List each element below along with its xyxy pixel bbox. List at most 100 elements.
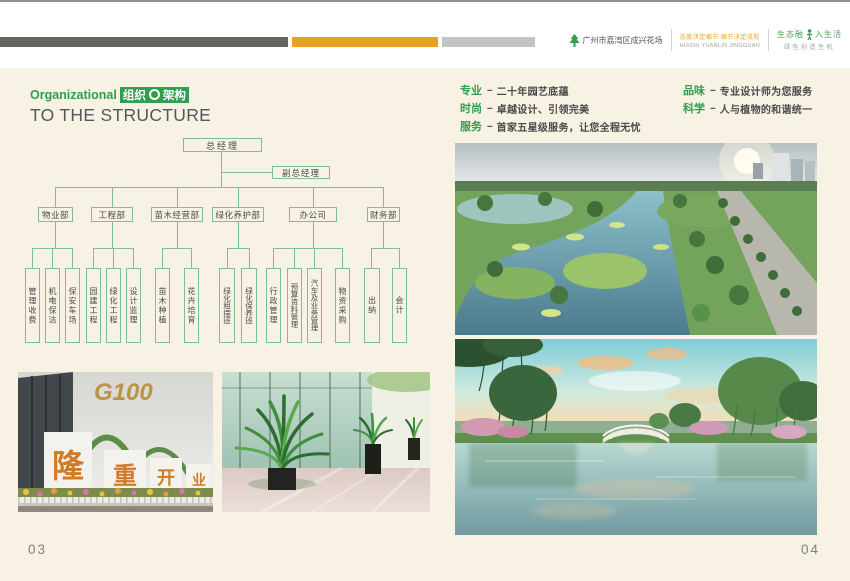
slogan-block: 态度决定细节 细节决定成败 HUIZHI YUANLIN JINGGUAN: [680, 32, 760, 49]
brand-cluster: 广州市荔湾区成兴花场 态度决定细节 细节决定成败 HUIZHI YUANLIN …: [569, 24, 842, 56]
divider: [671, 29, 672, 51]
slogan-en: HUIZHI YUANLIN JINGGUAN: [680, 43, 760, 49]
title-cn-part2: 架构: [163, 87, 186, 103]
header-band: 广州市荔湾区成兴花场 态度决定细节 细节决定成败 HUIZHI YUANLIN …: [0, 2, 850, 68]
feature-dash: --: [487, 103, 492, 114]
feature-text: 专业设计师为您服务: [720, 83, 813, 98]
org-connector: [72, 248, 73, 268]
photo-river-park-rendering: [455, 143, 817, 335]
org-connector: [55, 222, 56, 248]
title-en-big: TO THE STRUCTURE: [30, 105, 211, 126]
header-bar-dark: [0, 37, 288, 47]
org-connector: [314, 248, 315, 268]
org-connector: [112, 187, 113, 207]
org-connector: [112, 222, 113, 248]
org-dept: 工程部: [91, 207, 133, 222]
features-left-column: 专业 -- 二十年园艺底蕴 时尚 -- 卓越设计、引领完美 服务 -- 首家五星…: [460, 84, 641, 138]
title-line1: Organizational 组织 架构: [30, 86, 211, 103]
feature-text: 首家五星级服务，让您全程无忧: [497, 119, 641, 134]
org-connector: [238, 187, 239, 207]
org-connector: [313, 187, 314, 207]
org-connector: [162, 248, 163, 268]
motto-line2: 绿色创造生机: [777, 42, 842, 51]
ring-icon: [149, 89, 160, 100]
feature-dash: --: [710, 103, 715, 114]
org-unit: 绿化保养班: [241, 268, 257, 343]
page-number-right: 04: [801, 542, 820, 557]
person-plant-icon: [805, 29, 814, 40]
feature-label: 品味: [683, 82, 705, 98]
feature-label: 科学: [683, 100, 705, 116]
org-unit: 绿化工程: [106, 268, 121, 343]
org-connector: [177, 222, 178, 248]
photo-grand-opening: G100 隆 重 开 业: [18, 372, 213, 512]
org-connector: [52, 248, 53, 268]
org-connector: [371, 248, 372, 268]
brochure-spread: 广州市荔湾区成兴花场 态度决定细节 细节决定成败 HUIZHI YUANLIN …: [0, 0, 850, 581]
feature-row: 科学 -- 人与植物的和谐统一: [683, 102, 812, 114]
slogan-cn: 态度决定细节 细节决定成败: [680, 32, 760, 41]
org-connector: [249, 248, 250, 268]
org-connector: [113, 248, 114, 268]
motto-line1: 生态融 入生活: [777, 29, 842, 40]
org-unit: 花卉培育: [184, 268, 199, 343]
org-connector: [273, 248, 274, 268]
page-number-left: 03: [28, 542, 47, 557]
title-cn-part1: 组织: [123, 87, 146, 103]
org-unit: 会计: [392, 268, 407, 343]
org-unit: 出纳: [364, 268, 380, 343]
org-connector: [383, 187, 384, 207]
org-connector: [227, 248, 250, 249]
header-bar-orange: [292, 37, 438, 47]
org-dept: 办公司: [289, 207, 337, 222]
opening-char: 开: [157, 468, 175, 488]
feature-text: 卓越设计、引领完美: [497, 101, 590, 116]
org-unit: 预算资料管理: [287, 268, 302, 343]
company-name: 广州市荔湾区成兴花场: [583, 35, 663, 46]
feature-row: 专业 -- 二十年园艺底蕴: [460, 84, 641, 96]
feature-row: 品味 -- 专业设计师为您服务: [683, 84, 812, 96]
motto-part1: 生态融: [777, 29, 804, 40]
page-title: Organizational 组织 架构 TO THE STRUCTURE: [30, 86, 211, 126]
title-en-small: Organizational: [30, 88, 117, 102]
org-unit: 行政管理: [266, 268, 281, 343]
org-connector: [221, 172, 272, 173]
org-dept: 财务部: [367, 207, 400, 222]
org-connector: [191, 248, 192, 268]
opening-char: 隆: [52, 448, 85, 484]
org-dept: 苗木经营部: [151, 207, 203, 222]
tree-logo-icon: [569, 34, 580, 47]
org-node-general-manager: 总经理: [183, 138, 262, 152]
org-connector: [162, 248, 192, 249]
features-right-column: 品味 -- 专业设计师为您服务 科学 -- 人与植物的和谐统一: [683, 84, 812, 120]
org-connector: [313, 222, 314, 248]
org-connector: [238, 222, 239, 248]
org-connector: [273, 248, 343, 249]
feature-dash: --: [487, 121, 492, 132]
photo-lobby-plants: [222, 372, 430, 512]
feature-dash: --: [710, 85, 715, 96]
g100-topiary-sign: G100: [94, 379, 153, 406]
feature-text: 人与植物的和谐统一: [720, 101, 813, 116]
org-node-deputy-manager: 副总经理: [272, 166, 330, 179]
org-unit: 保安车场: [65, 268, 80, 343]
photo-lake-bridge-rendering: [455, 339, 817, 535]
opening-char: 重: [113, 463, 137, 490]
org-connector: [177, 187, 178, 207]
org-connector: [383, 222, 384, 248]
org-unit: 园建工程: [86, 268, 101, 343]
org-connector: [55, 187, 56, 207]
org-unit: 机电保洁: [45, 268, 60, 343]
divider: [768, 29, 769, 51]
org-unit: 汽车及业务管理: [307, 268, 322, 343]
opening-char: 业: [192, 472, 206, 488]
feature-row: 服务 -- 首家五星级服务，让您全程无忧: [460, 120, 641, 132]
org-dept: 绿化养护部: [212, 207, 264, 222]
org-connector: [399, 248, 400, 268]
org-connector: [133, 248, 134, 268]
org-unit: 绿化租摆班: [219, 268, 235, 343]
feature-dash: --: [487, 85, 492, 96]
org-unit: 物资采购: [335, 268, 350, 343]
motto-part2: 入生活: [815, 29, 842, 40]
company-logo: 广州市荔湾区成兴花场: [569, 34, 663, 47]
